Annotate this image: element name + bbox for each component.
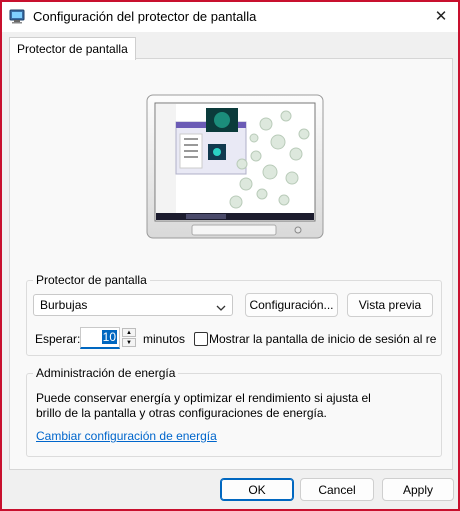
ok-button[interactable]: OK: [220, 478, 294, 501]
resume-logon-label-clip: Mostrar la pantalla de inicio de sesión …: [209, 326, 439, 350]
screensaver-preview-monitor: [146, 94, 324, 240]
power-group-label: Administración de energía: [33, 366, 179, 380]
tab-panel: Protector de pantalla Burbujas Configura…: [9, 58, 453, 470]
spin-down-button[interactable]: ▼: [122, 338, 136, 347]
screensaver-group: Protector de pantalla Burbujas Configura…: [26, 273, 442, 356]
title-bar[interactable]: Configuración del protector de pantalla …: [2, 2, 458, 32]
wait-minutes-input[interactable]: 10: [80, 327, 120, 349]
apply-button[interactable]: Apply: [382, 478, 454, 501]
cancel-button-label: Cancel: [318, 482, 356, 497]
window-title: Configuración del protector de pantalla: [33, 9, 257, 24]
resume-logon-label: Mostrar la pantalla de inicio de sesión …: [209, 332, 437, 346]
power-description-line1: Puede conservar energía y optimizar el r…: [36, 391, 371, 405]
screensaver-selected-value: Burbujas: [40, 298, 88, 312]
chevron-down-icon: ▼: [126, 339, 132, 346]
settings-button-label: Configuración...: [249, 298, 334, 312]
screensaver-select[interactable]: Burbujas: [33, 294, 233, 316]
close-icon: ✕: [434, 8, 448, 25]
screensaver-group-label: Protector de pantalla: [33, 273, 150, 287]
power-description-line2: brillo de la pantalla y otras configurac…: [36, 406, 327, 420]
tab-screensaver[interactable]: Protector de pantalla: [9, 37, 136, 60]
spin-up-button[interactable]: ▲: [122, 328, 136, 337]
change-power-settings-link[interactable]: Cambiar configuración de energía: [36, 429, 217, 443]
wait-label: Esperar:: [35, 332, 81, 346]
chevron-down-icon: [216, 301, 226, 311]
preview-button[interactable]: Vista previa: [347, 293, 433, 317]
preview-button-label: Vista previa: [358, 298, 422, 312]
ok-button-label: OK: [248, 482, 266, 497]
close-button[interactable]: ✕: [428, 4, 454, 28]
power-management-group: Administración de energía Puede conserva…: [26, 366, 442, 457]
resume-logon-checkbox[interactable]: [194, 332, 208, 346]
tab-label: Protector de pantalla: [17, 42, 128, 56]
screensaver-settings-window: Configuración del protector de pantalla …: [0, 0, 460, 511]
minutes-label: minutos: [143, 332, 186, 346]
apply-button-label: Apply: [402, 482, 434, 497]
wait-minutes-value: 10: [101, 330, 117, 344]
monitor-settings-icon: [9, 8, 25, 24]
cancel-button[interactable]: Cancel: [300, 478, 374, 501]
chevron-up-icon: ▲: [126, 329, 132, 336]
settings-button[interactable]: Configuración...: [245, 293, 338, 317]
